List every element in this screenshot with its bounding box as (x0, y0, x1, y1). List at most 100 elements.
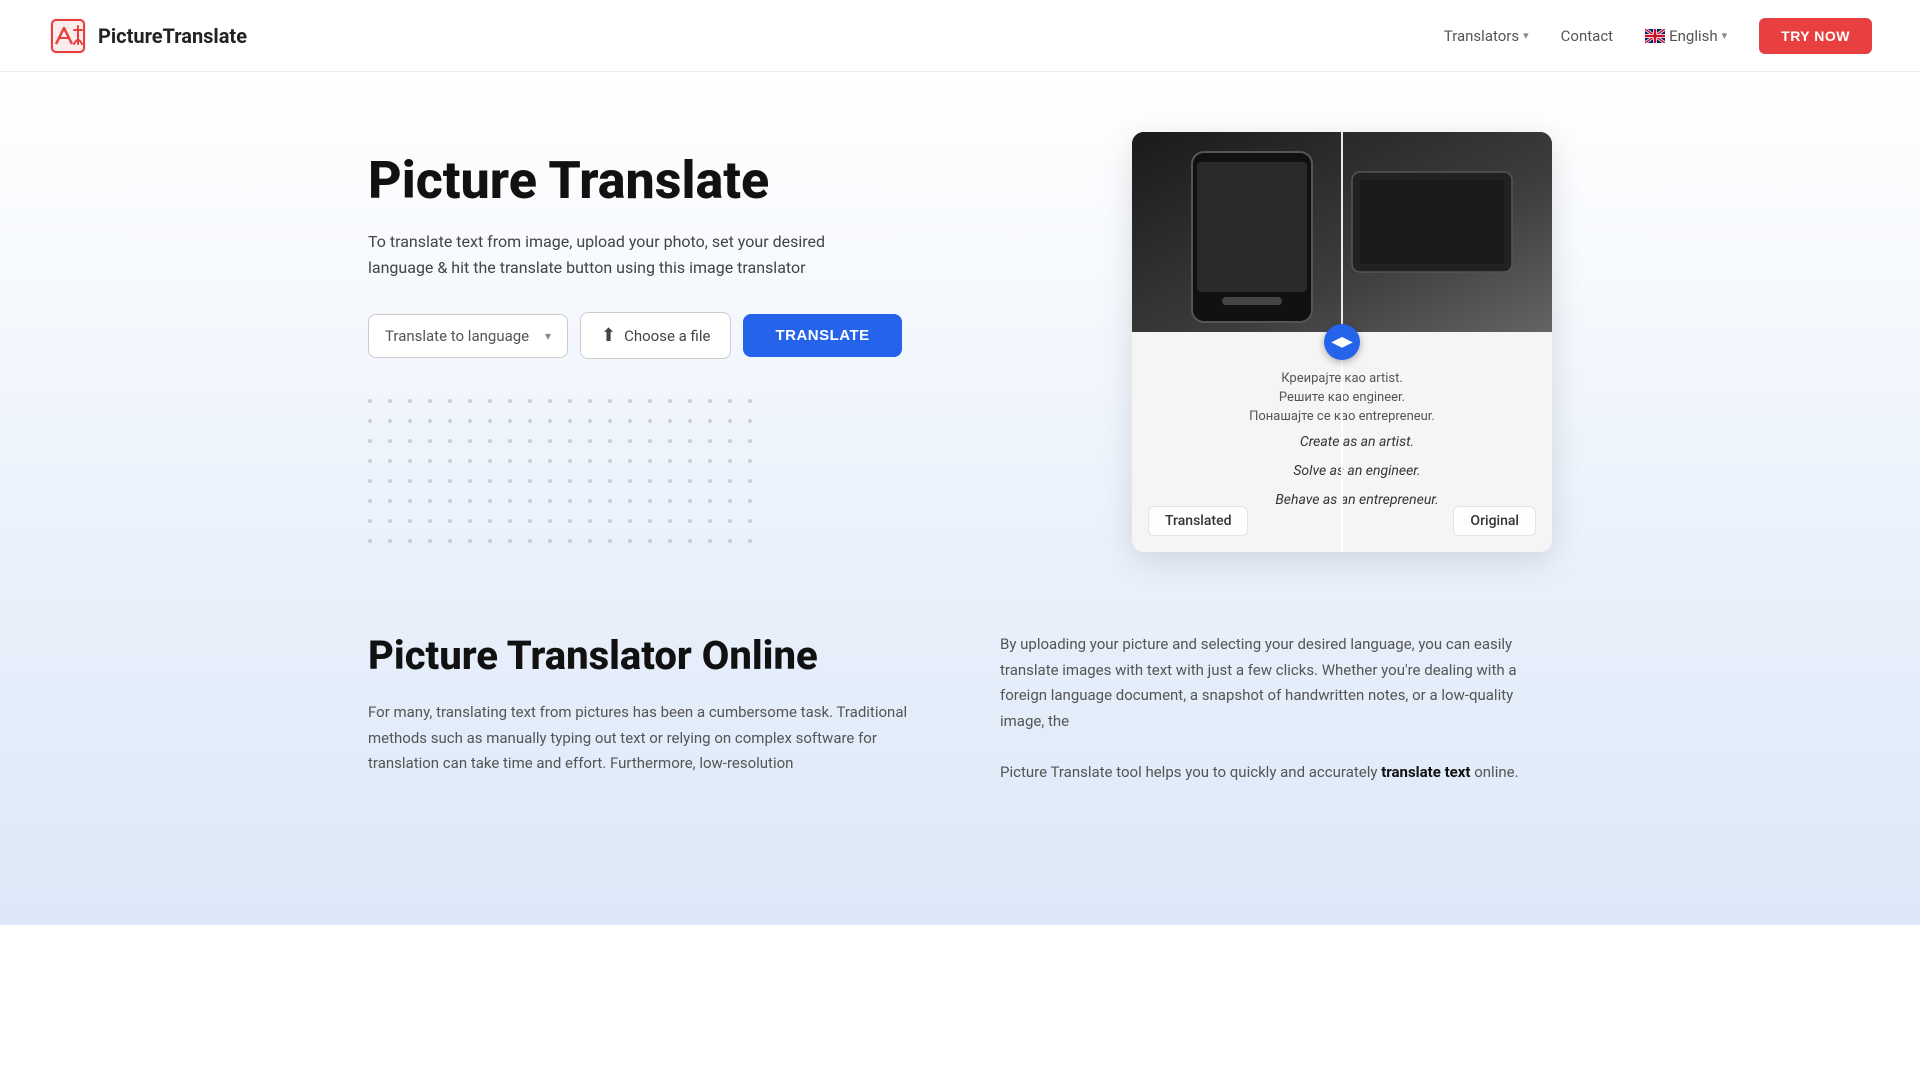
dot (728, 459, 732, 463)
dot (748, 499, 752, 503)
dot (428, 519, 432, 523)
dot (588, 399, 592, 403)
dot (668, 499, 672, 503)
translated-label: Translated (1148, 506, 1248, 536)
dot (668, 519, 672, 523)
dot (668, 539, 672, 543)
dot (628, 539, 632, 543)
dot (448, 419, 452, 423)
original-text-3: Behave as an entrepreneur. (1275, 488, 1438, 513)
dot (648, 459, 652, 463)
dot (728, 439, 732, 443)
dot (468, 499, 472, 503)
comparison-handle[interactable]: ◀▶ (1324, 324, 1360, 360)
translators-chevron-icon: ▾ (1523, 29, 1529, 42)
dot (628, 479, 632, 483)
bottom-section: Picture Translator Online For many, tran… (320, 552, 1600, 865)
dot (508, 399, 512, 403)
dot (508, 539, 512, 543)
dot (548, 519, 552, 523)
dot (628, 519, 632, 523)
nav-translators[interactable]: Translators ▾ (1444, 27, 1529, 45)
translate-text-link[interactable]: translate text (1381, 763, 1470, 781)
dot (668, 459, 672, 463)
dot (688, 439, 692, 443)
dot (548, 499, 552, 503)
dot (388, 439, 392, 443)
dot (568, 419, 572, 423)
language-select[interactable]: Translate to language ▾ (368, 314, 568, 358)
dot (708, 439, 712, 443)
dot (748, 459, 752, 463)
language-chevron-icon: ▾ (1722, 29, 1728, 42)
dot (408, 479, 412, 483)
dot (688, 519, 692, 523)
dot (368, 479, 372, 483)
navbar: PictureTranslate Translators ▾ Contact E… (0, 0, 1920, 72)
dot (688, 459, 692, 463)
nav-language[interactable]: English ▾ (1645, 27, 1727, 45)
try-now-button[interactable]: TRY NOW (1759, 18, 1872, 54)
dot (708, 399, 712, 403)
dot (428, 539, 432, 543)
dot (608, 519, 612, 523)
dot (588, 439, 592, 443)
dot (408, 539, 412, 543)
dot (548, 459, 552, 463)
dot (528, 479, 532, 483)
arrows-icon: ◀▶ (1331, 334, 1353, 350)
dot (468, 419, 472, 423)
dot (608, 479, 612, 483)
dot (448, 519, 452, 523)
dot (548, 419, 552, 423)
dot (648, 499, 652, 503)
dot (728, 419, 732, 423)
dot (528, 399, 532, 403)
dot (448, 439, 452, 443)
original-label: Original (1453, 506, 1536, 536)
dot (628, 499, 632, 503)
dot (668, 479, 672, 483)
dot (448, 499, 452, 503)
dot (708, 499, 712, 503)
dot (428, 399, 432, 403)
dot (568, 479, 572, 483)
choose-file-button[interactable]: ⬆ Choose a file (580, 312, 731, 359)
dot (608, 419, 612, 423)
original-text-2: Solve as an engineer. (1293, 459, 1420, 484)
dot (708, 419, 712, 423)
dot (428, 439, 432, 443)
dot (588, 539, 592, 543)
dot (368, 519, 372, 523)
dot (388, 419, 392, 423)
dot (688, 479, 692, 483)
dot (648, 399, 652, 403)
dot (468, 439, 472, 443)
dot (468, 399, 472, 403)
dot (508, 479, 512, 483)
dot (728, 399, 732, 403)
logo[interactable]: PictureTranslate (48, 16, 247, 56)
logo-icon (48, 16, 88, 56)
dot (408, 519, 412, 523)
hero-description: To translate text from image, upload you… (368, 229, 848, 280)
dot (508, 419, 512, 423)
dot (688, 499, 692, 503)
dot (588, 499, 592, 503)
original-text-1: Create as an artist. (1300, 430, 1414, 455)
dot (388, 539, 392, 543)
nav-contact[interactable]: Contact (1561, 27, 1613, 45)
dot (468, 479, 472, 483)
dot (368, 539, 372, 543)
dot (608, 399, 612, 403)
dot (408, 399, 412, 403)
dot (468, 539, 472, 543)
dot (568, 539, 572, 543)
hero-section: Picture Translate To translate text from… (320, 72, 1600, 552)
dot (508, 519, 512, 523)
translate-button[interactable]: TRANSLATE (743, 314, 901, 357)
dot (748, 439, 752, 443)
dot (508, 459, 512, 463)
dot (448, 479, 452, 483)
dot (388, 499, 392, 503)
